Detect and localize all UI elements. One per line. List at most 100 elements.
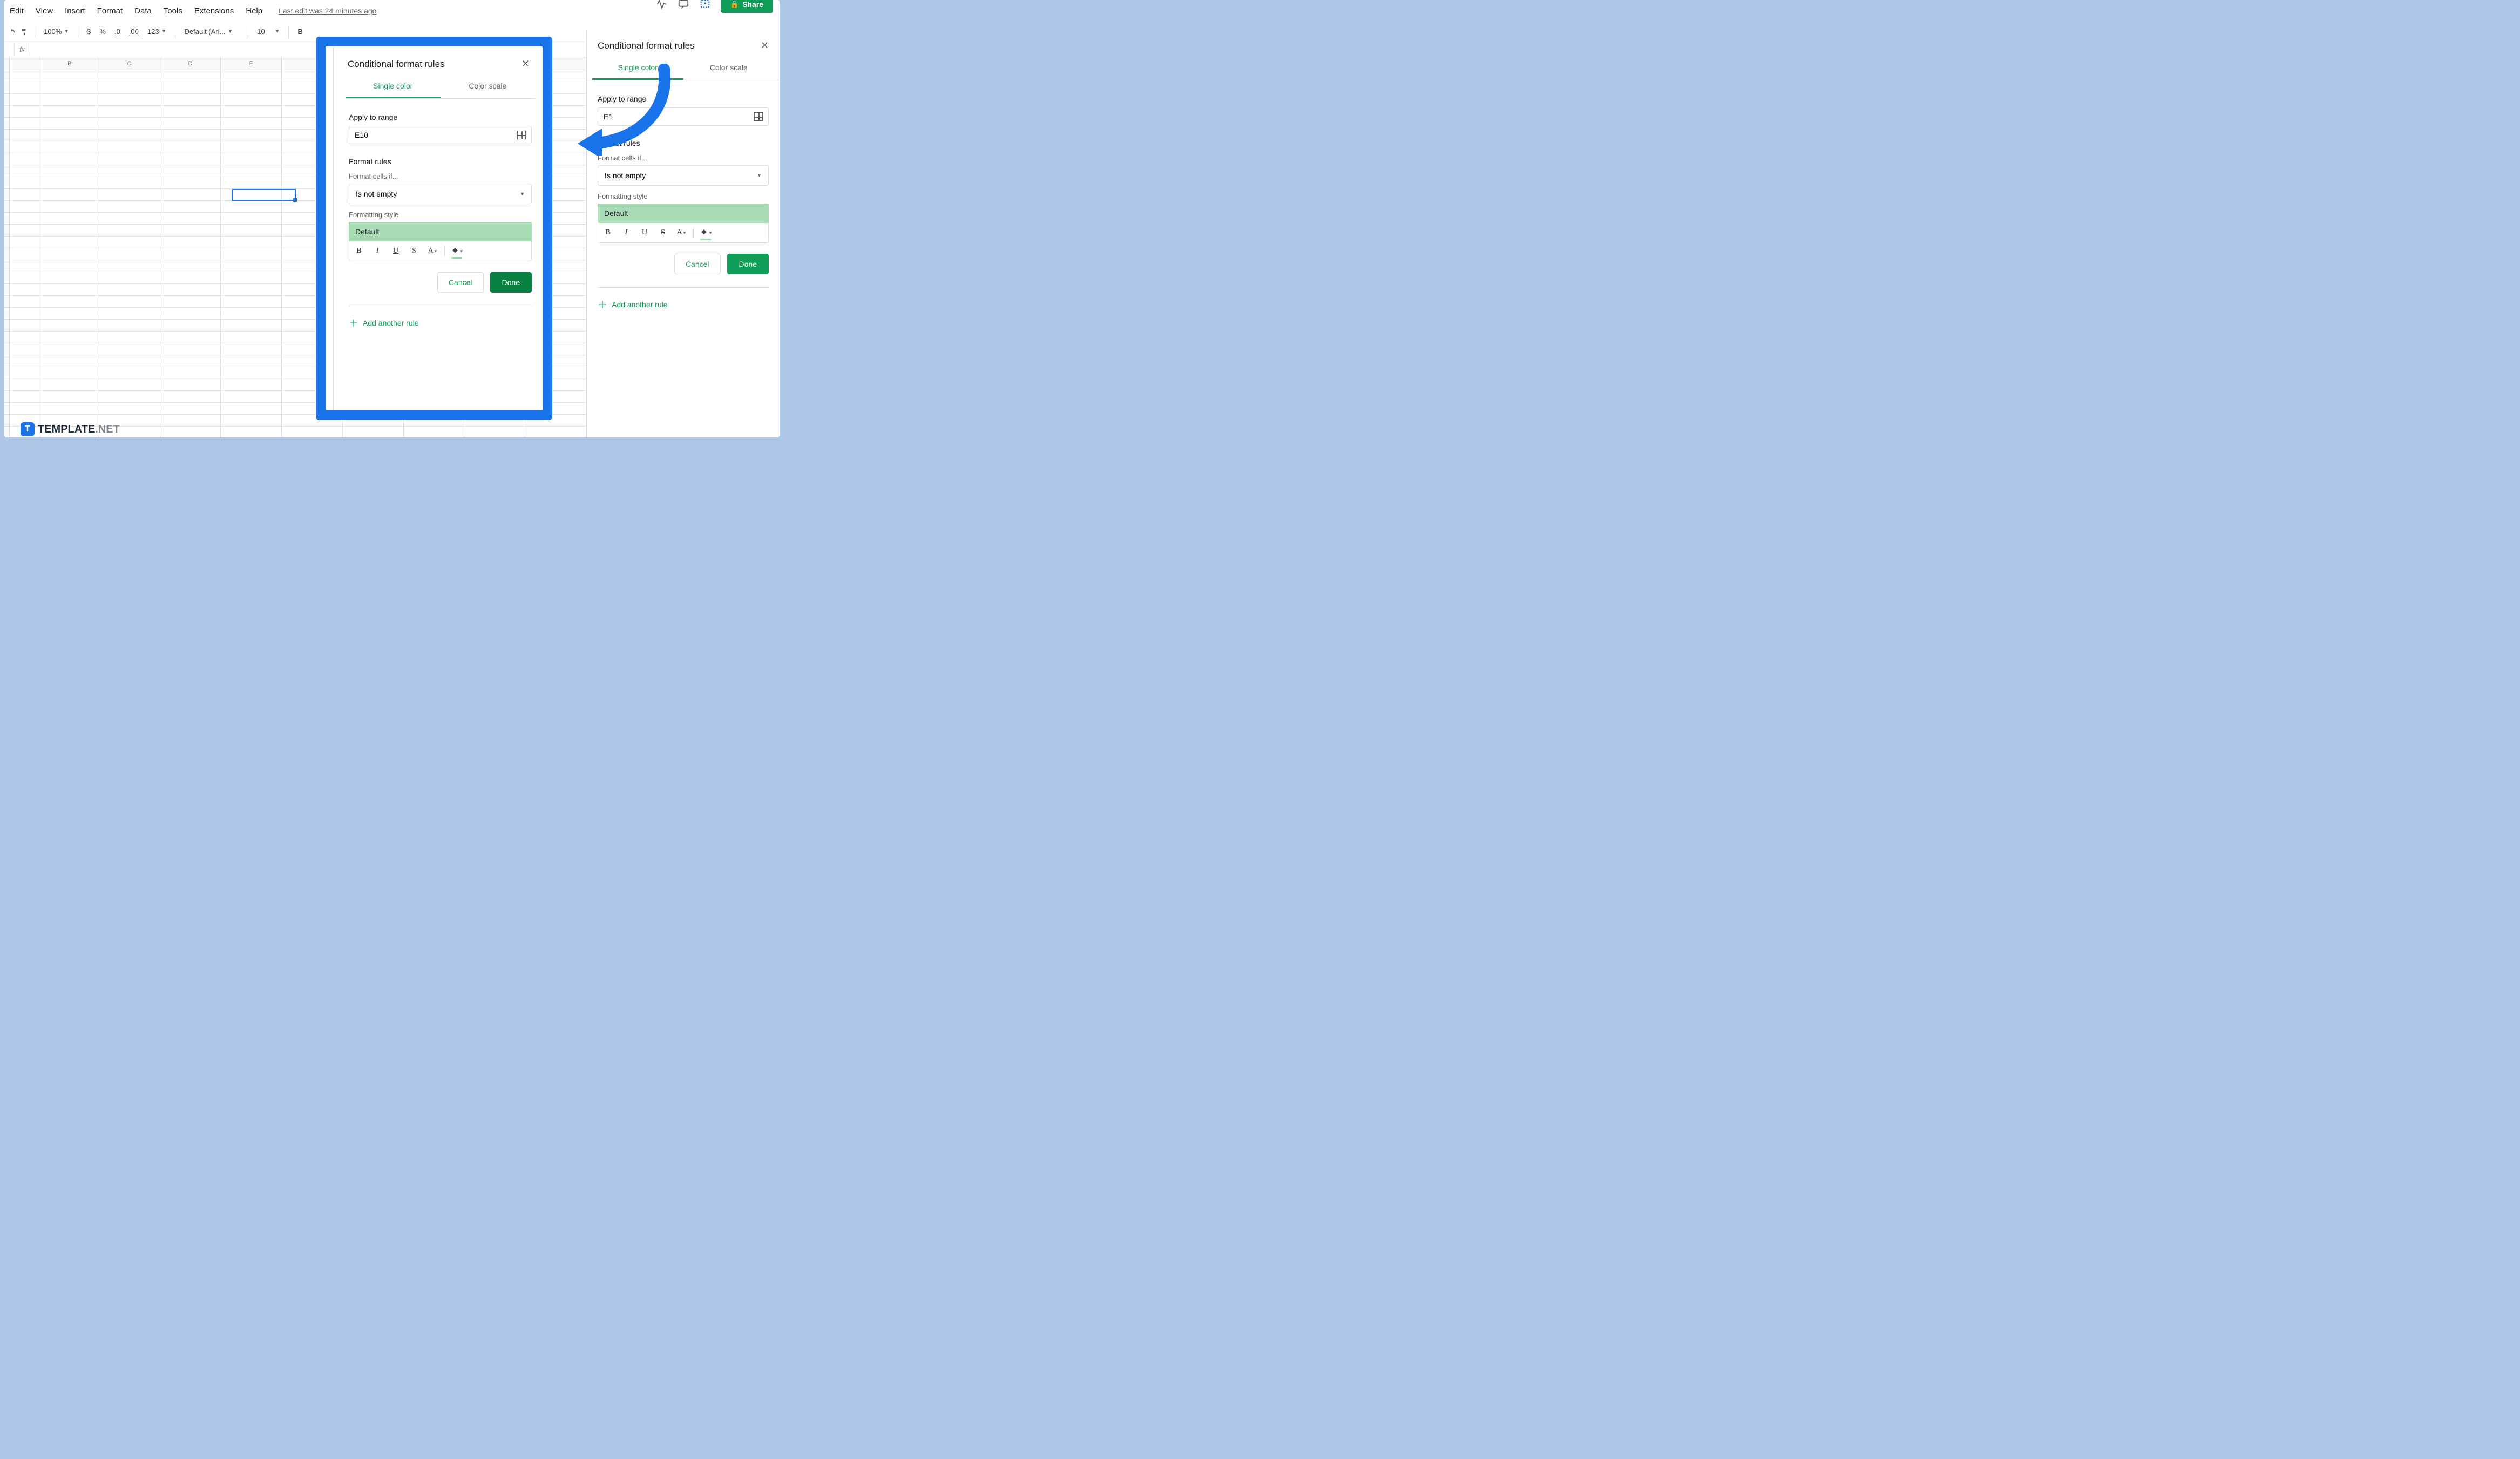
cell[interactable]	[10, 284, 40, 296]
cell[interactable]	[40, 379, 99, 391]
cell[interactable]	[10, 118, 40, 130]
cell[interactable]	[160, 296, 221, 308]
bold-button[interactable]: B	[353, 245, 365, 258]
cell[interactable]	[525, 427, 586, 437]
cell[interactable]	[221, 94, 282, 106]
cell[interactable]	[99, 367, 160, 379]
cell[interactable]	[10, 296, 40, 308]
cell[interactable]	[40, 391, 99, 403]
grid-select-icon[interactable]	[754, 112, 763, 121]
cell[interactable]	[160, 403, 221, 415]
cell[interactable]	[40, 248, 99, 260]
cell[interactable]	[160, 201, 221, 213]
paint-format-icon[interactable]	[21, 28, 28, 36]
menu-tools[interactable]: Tools	[164, 6, 182, 16]
cell[interactable]	[99, 225, 160, 237]
cell[interactable]	[160, 343, 221, 355]
cell[interactable]	[99, 379, 160, 391]
bold-button[interactable]: B	[601, 226, 614, 239]
cell[interactable]	[221, 248, 282, 260]
zoom-dropdown[interactable]: 100%▼	[42, 26, 71, 37]
italic-button[interactable]: I	[371, 245, 384, 258]
cell[interactable]	[160, 260, 221, 272]
cell[interactable]	[221, 272, 282, 284]
cell[interactable]	[160, 237, 221, 248]
last-edit-link[interactable]: Last edit was 24 minutes ago	[279, 6, 376, 15]
cell[interactable]	[10, 320, 40, 332]
col-head-b[interactable]: B	[40, 57, 99, 70]
cell[interactable]	[160, 272, 221, 284]
underline-button[interactable]: U	[389, 245, 402, 258]
cancel-button[interactable]: Cancel	[674, 254, 721, 274]
cell[interactable]	[99, 165, 160, 177]
cell[interactable]	[221, 391, 282, 403]
selection-handle[interactable]	[293, 198, 297, 202]
currency-button[interactable]: $	[85, 26, 93, 37]
done-button[interactable]: Done	[490, 272, 532, 293]
cell[interactable]	[221, 343, 282, 355]
cell[interactable]	[221, 213, 282, 225]
cell[interactable]	[40, 225, 99, 237]
cell[interactable]	[221, 177, 282, 189]
cell[interactable]	[221, 308, 282, 320]
cell[interactable]	[40, 141, 99, 153]
cell[interactable]	[10, 308, 40, 320]
cell[interactable]	[99, 403, 160, 415]
cell[interactable]	[10, 403, 40, 415]
cell[interactable]	[40, 320, 99, 332]
cell[interactable]	[160, 379, 221, 391]
cell[interactable]	[160, 213, 221, 225]
selected-cell[interactable]	[232, 189, 296, 201]
bold-button[interactable]: B	[295, 26, 304, 37]
share-button[interactable]: 🔒 Share	[721, 0, 773, 13]
cell[interactable]	[160, 94, 221, 106]
tab-color-scale[interactable]: Color scale	[683, 57, 775, 80]
cell[interactable]	[10, 106, 40, 118]
condition-dropdown[interactable]: Is not empty ▼	[598, 165, 769, 186]
font-dropdown[interactable]: Default (Ari...▼	[182, 26, 241, 37]
cell[interactable]	[221, 82, 282, 94]
col-head-e[interactable]: E	[221, 57, 282, 70]
cell[interactable]	[99, 260, 160, 272]
cell[interactable]	[221, 130, 282, 141]
activity-icon[interactable]	[656, 0, 668, 10]
cell[interactable]	[99, 213, 160, 225]
tab-color-scale[interactable]: Color scale	[441, 75, 536, 98]
cell[interactable]	[99, 94, 160, 106]
cell[interactable]	[160, 248, 221, 260]
cell[interactable]	[10, 201, 40, 213]
number-format-dropdown[interactable]: 123▼	[145, 26, 169, 37]
cell[interactable]	[160, 106, 221, 118]
cell[interactable]	[221, 403, 282, 415]
condition-dropdown[interactable]: Is not empty ▼	[349, 184, 532, 204]
cell[interactable]	[160, 177, 221, 189]
cell[interactable]	[40, 82, 99, 94]
cancel-button[interactable]: Cancel	[437, 272, 484, 293]
cell[interactable]	[343, 427, 404, 437]
cell[interactable]	[40, 213, 99, 225]
close-icon[interactable]: ✕	[521, 58, 530, 70]
italic-button[interactable]: I	[620, 226, 633, 239]
cell[interactable]	[99, 284, 160, 296]
cell[interactable]	[99, 130, 160, 141]
cell[interactable]	[99, 332, 160, 343]
cell[interactable]	[10, 272, 40, 284]
cell[interactable]	[10, 177, 40, 189]
menu-format[interactable]: Format	[97, 6, 123, 16]
cell[interactable]	[99, 355, 160, 367]
cell[interactable]	[160, 391, 221, 403]
present-icon[interactable]	[699, 0, 711, 10]
cell[interactable]	[40, 94, 99, 106]
cell[interactable]	[99, 153, 160, 165]
range-input-wrap[interactable]	[349, 126, 532, 144]
cell[interactable]	[221, 141, 282, 153]
range-input[interactable]	[355, 131, 517, 139]
cell[interactable]	[99, 343, 160, 355]
cell[interactable]	[160, 332, 221, 343]
cell[interactable]	[160, 153, 221, 165]
cell[interactable]	[40, 403, 99, 415]
cell[interactable]	[221, 332, 282, 343]
cell[interactable]	[221, 296, 282, 308]
cell[interactable]	[10, 260, 40, 272]
cell[interactable]	[99, 391, 160, 403]
